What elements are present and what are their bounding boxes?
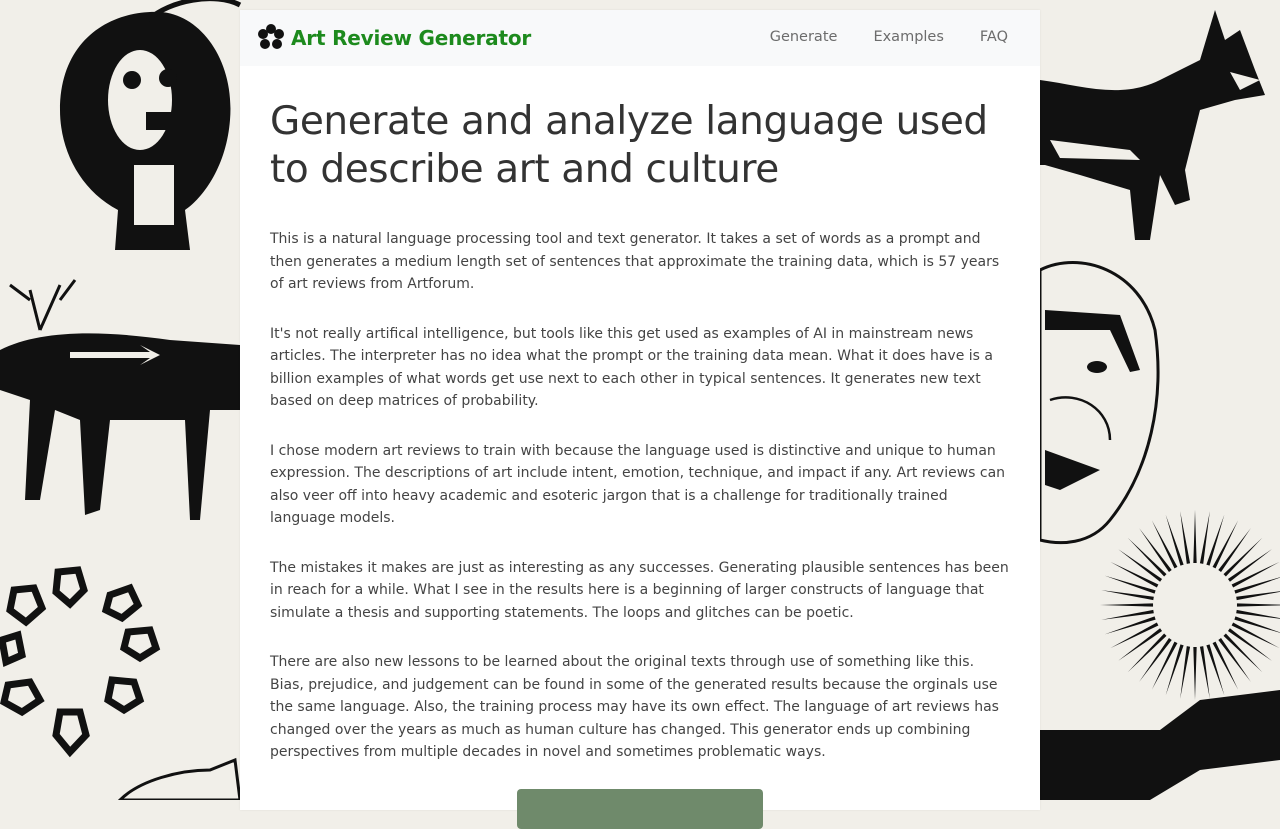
brand[interactable]: Art Review Generator [257, 24, 531, 52]
sunburst-icon [1100, 510, 1280, 700]
paragraph-lessons: There are also new lessons to be learned… [270, 654, 999, 760]
mask-face-drawing-icon [1038, 261, 1160, 545]
paragraph-ai: It's not really artifical intelligence, … [270, 325, 993, 410]
paragraph-training: I chose modern art reviews to train with… [270, 442, 1006, 527]
page-title: Generate and analyze language used to de… [270, 99, 988, 192]
nav-generate[interactable]: Generate [770, 29, 838, 45]
nav-examples[interactable]: Examples [873, 29, 943, 45]
main-content: Generate and analyze language used to de… [240, 66, 1040, 764]
ring-of-shapes-icon [0, 566, 161, 758]
intro-paragraph: This is a natural language processing to… [270, 231, 1000, 292]
flower-logo-icon [258, 24, 284, 49]
nav-faq[interactable]: FAQ [980, 29, 1008, 45]
nav-links: Generate Examples FAQ [770, 29, 1008, 45]
navbar: Art Review Generator Generate Examples F… [240, 10, 1040, 66]
brand-name[interactable]: Art Review Generator [291, 26, 531, 50]
skull-face-drawing-icon [60, 0, 242, 250]
main-container: Art Review Generator Generate Examples F… [240, 10, 1040, 829]
paragraph-mistakes: The mistakes it makes are just as intere… [270, 559, 1009, 621]
wolf-drawing-icon [1040, 10, 1265, 240]
deer-drawing-icon [0, 279, 240, 520]
generate-button[interactable] [517, 789, 763, 829]
